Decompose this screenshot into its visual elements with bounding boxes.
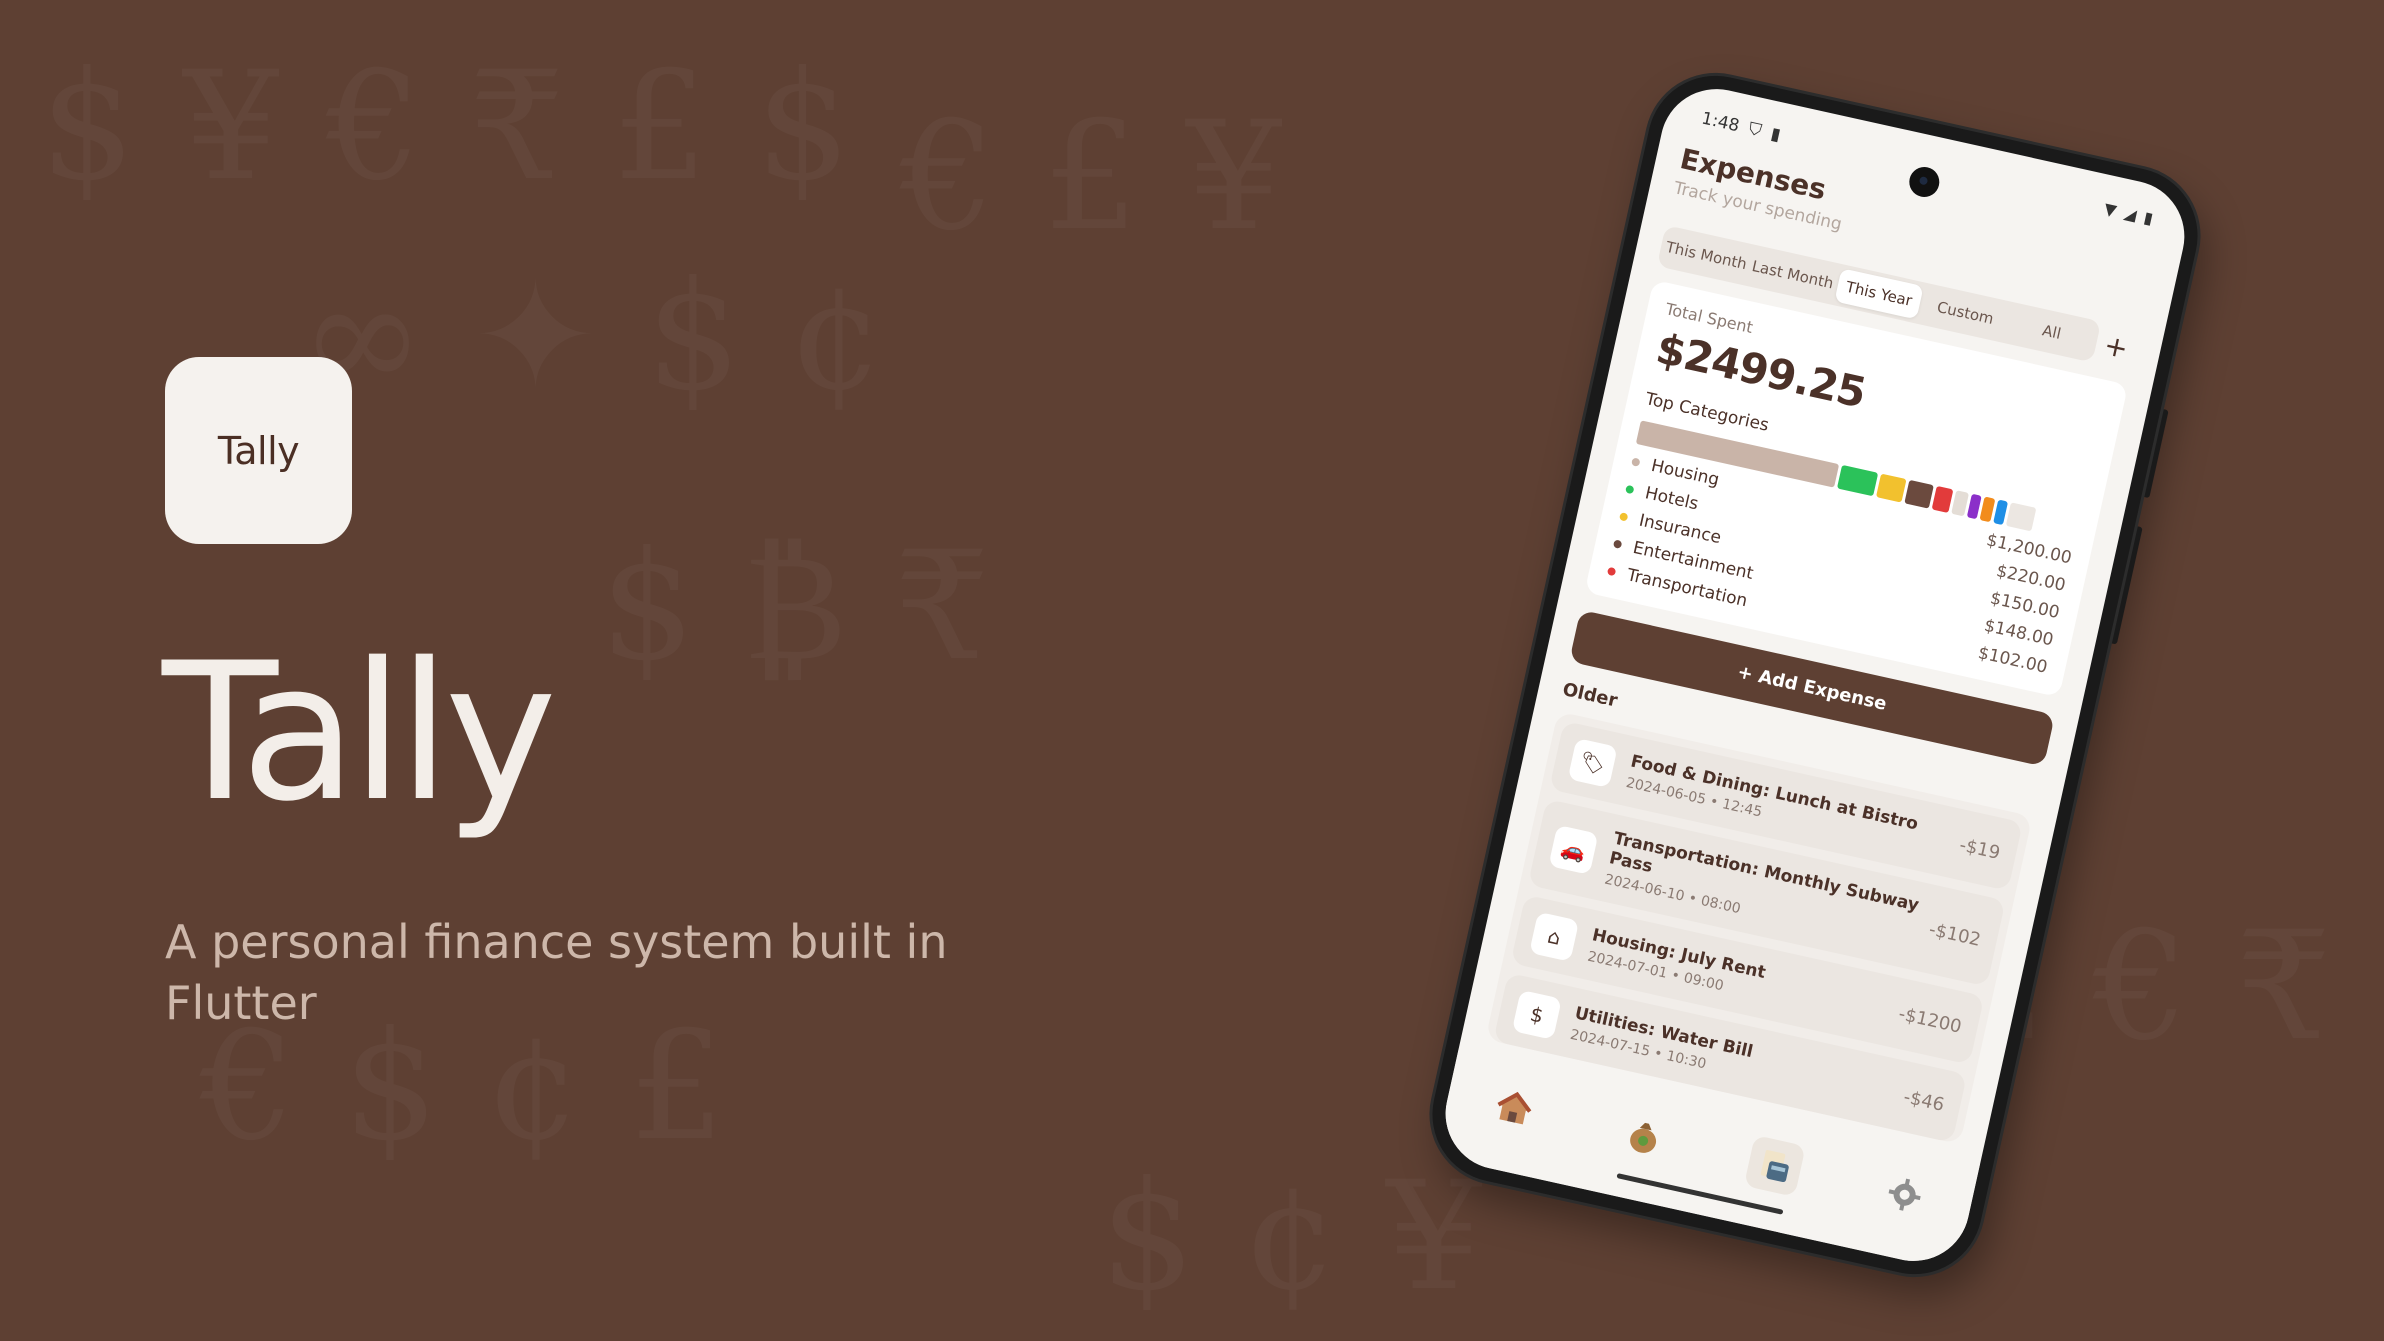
battery-icon: ▮ — [2142, 207, 2155, 228]
nav-expenses-icon[interactable] — [1743, 1134, 1806, 1197]
category-bar-segment — [1951, 490, 1969, 517]
shield-icon: ⛉ — [1746, 118, 1764, 142]
tab-all[interactable]: All — [2007, 306, 2097, 357]
tab-this-year[interactable]: This Year — [1834, 268, 1924, 320]
tab-custom[interactable]: Custom — [1920, 287, 2010, 338]
category-dot — [1631, 457, 1641, 467]
signal-icon: ◢ — [2122, 202, 2139, 224]
expense-amount: -$1200 — [1896, 1002, 1964, 1038]
tab-last-month[interactable]: Last Month — [1748, 249, 1838, 300]
add-icon[interactable]: + — [2093, 326, 2139, 367]
status-time: 1:48 — [1699, 108, 1742, 137]
category-dot — [1618, 512, 1629, 522]
category-bar-segment — [1903, 479, 1934, 509]
category-bar-segment — [1931, 485, 1954, 513]
receipt-icon: $ — [1511, 989, 1562, 1040]
tab-this-month[interactable]: This Month — [1662, 230, 1752, 281]
home-icon: ⌂ — [1529, 911, 1580, 962]
category-dot — [1606, 566, 1617, 577]
wifi-icon: ▼ — [2102, 198, 2119, 220]
expense-amount: -$102 — [1927, 918, 1983, 951]
category-amount: $102.00 — [1976, 643, 2050, 678]
car-icon: 🚗 — [1548, 824, 1599, 875]
expense-amount: -$46 — [1901, 1086, 1947, 1116]
app-icon: Tally — [165, 357, 352, 544]
hero-title: Tally — [162, 622, 557, 843]
expense-amount: -$19 — [1957, 834, 2003, 864]
category-dot — [1612, 539, 1623, 549]
category-dot — [1624, 484, 1635, 495]
category-bar-segment — [1979, 496, 1996, 523]
sim-card-icon: ▮ — [1768, 123, 1783, 146]
app-icon-label: Tally — [217, 428, 300, 473]
tag-icon: 🏷 — [1567, 737, 1618, 789]
nav-home-icon[interactable] — [1483, 1077, 1545, 1139]
category-bar-segment — [1876, 473, 1907, 503]
hero-subtitle: A personal finance system built in Flutt… — [165, 915, 948, 1030]
nav-wallet-icon[interactable] — [1613, 1106, 1675, 1168]
category-bar-segment — [2006, 502, 2037, 532]
nav-settings-icon[interactable] — [1874, 1164, 1936, 1226]
category-bar-segment — [1836, 464, 1879, 497]
